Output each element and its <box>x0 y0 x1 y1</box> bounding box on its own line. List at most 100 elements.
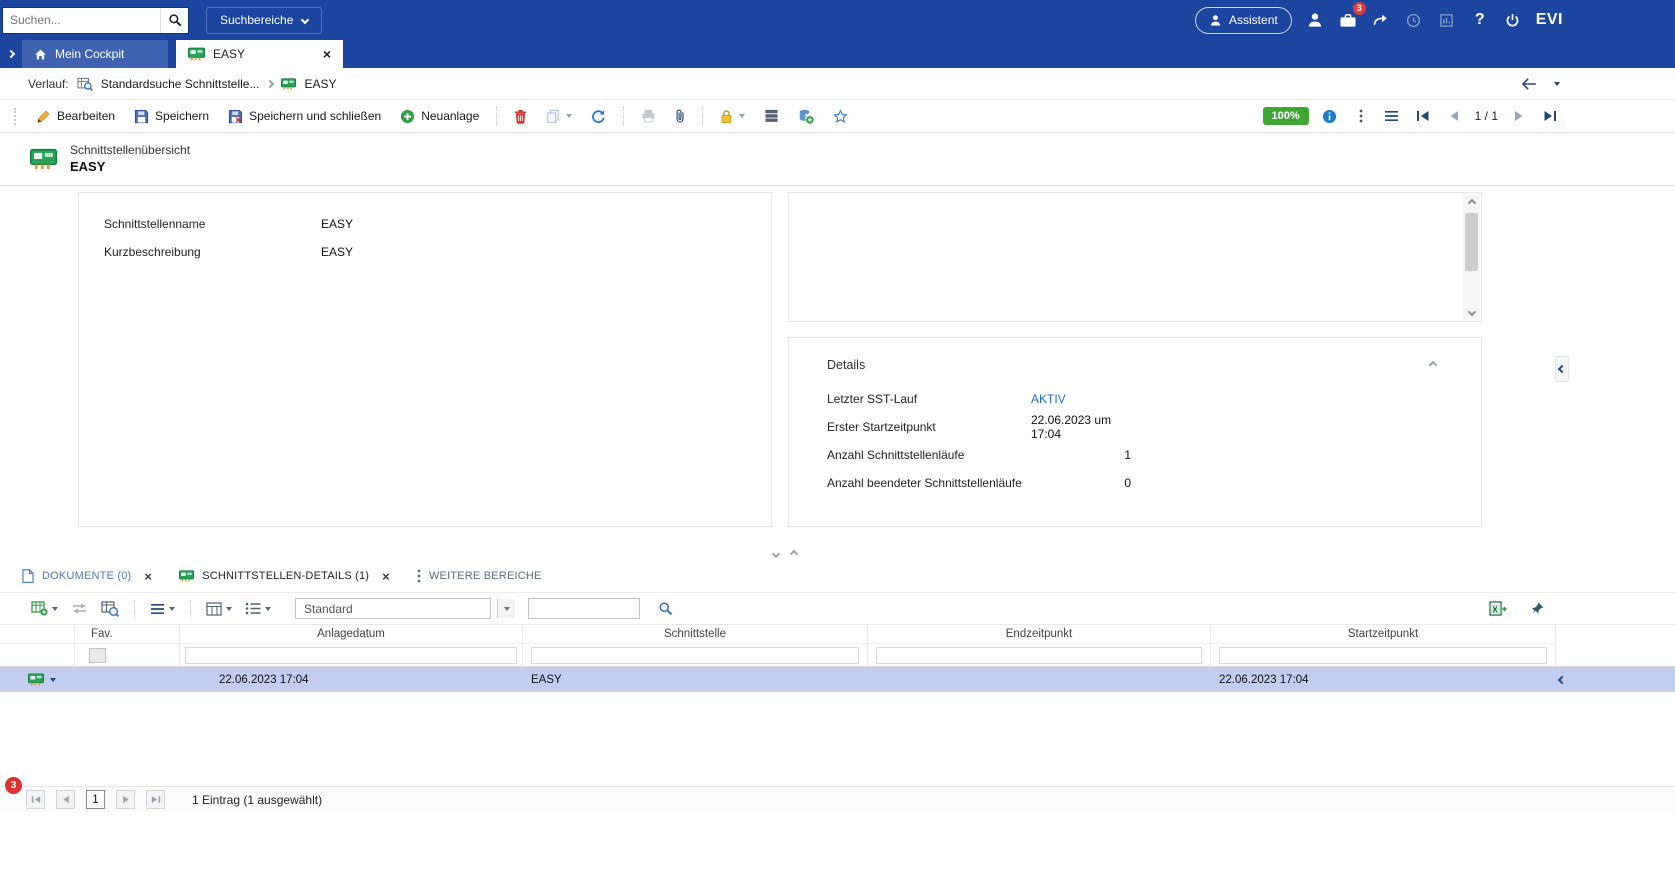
column-endzeitpunkt[interactable]: Endzeitpunkt <box>868 625 1211 666</box>
column-header[interactable]: Anlagedatum <box>180 625 522 644</box>
grid-new-button[interactable] <box>28 599 61 618</box>
inbox-button[interactable]: 3 <box>1338 2 1366 32</box>
info-button[interactable] <box>1320 104 1340 128</box>
next-record-button[interactable] <box>1509 104 1529 128</box>
tab-easy[interactable]: EASY × <box>176 40 343 68</box>
column-header[interactable]: Schnittstelle <box>523 625 867 644</box>
table-row-selected[interactable]: 22.06.2023 17:04 EASY 22.06.2023 17:04 <box>0 667 1675 692</box>
column-schnittstelle[interactable]: Schnittstelle <box>523 625 868 666</box>
last-page-button[interactable] <box>146 790 165 809</box>
scrollbar-track[interactable] <box>1465 211 1478 303</box>
favorite-button[interactable] <box>826 105 855 128</box>
history-dropdown-button[interactable] <box>1547 72 1567 96</box>
print-button[interactable] <box>634 105 663 127</box>
pin-grid-button[interactable] <box>1527 599 1548 618</box>
collapse-icon[interactable] <box>1428 360 1438 370</box>
records-button[interactable] <box>757 105 786 127</box>
close-icon[interactable]: × <box>323 47 331 61</box>
filter-anlagedatum-input[interactable] <box>185 646 517 664</box>
copy-button[interactable] <box>539 105 579 127</box>
filter-startzeitpunkt-input[interactable] <box>1219 646 1547 664</box>
reports-button[interactable] <box>1437 8 1457 32</box>
field-value[interactable]: EASY <box>321 245 353 259</box>
tab-schnittstellen-details[interactable]: SCHNITTSTELLEN-DETAILS (1) × <box>179 570 390 583</box>
row-actions-caret-icon[interactable] <box>50 677 56 682</box>
tab-mein-cockpit[interactable]: Mein Cockpit <box>22 40 168 68</box>
vertical-scrollbar[interactable] <box>1463 194 1480 320</box>
save-button[interactable]: Speichern <box>127 105 216 128</box>
column-header[interactable]: Fav. <box>75 625 179 644</box>
column-fav[interactable]: Fav. <box>75 625 180 666</box>
row-schnittstelle-cell[interactable]: EASY <box>523 667 868 692</box>
view-combobox-dropdown[interactable] <box>497 599 515 618</box>
add-to-dataset-button[interactable] <box>791 105 821 128</box>
row-fav-cell[interactable] <box>75 667 180 692</box>
global-search-input[interactable] <box>3 13 160 27</box>
row-anlagedatum-cell[interactable]: 22.06.2023 17:04 <box>180 667 523 692</box>
previous-record-button[interactable] <box>1444 104 1464 128</box>
user-button[interactable] <box>1305 8 1325 32</box>
tab-weitere-bereiche[interactable]: WEITERE BEREICHE <box>417 569 542 583</box>
notification-badge[interactable]: 3 <box>5 777 22 794</box>
previous-page-button[interactable] <box>56 790 75 809</box>
column-header[interactable]: Endzeitpunkt <box>868 625 1210 644</box>
scroll-up-icon[interactable] <box>1463 194 1480 211</box>
last-record-button[interactable] <box>1540 104 1560 128</box>
fav-filter-checkbox[interactable] <box>89 647 106 663</box>
interface-card-icon <box>30 148 57 170</box>
grid-view-button[interactable] <box>242 600 274 617</box>
column-header[interactable]: Startzeitpunkt <box>1211 625 1555 644</box>
next-page-button[interactable] <box>116 790 135 809</box>
delete-button[interactable] <box>507 105 534 128</box>
first-page-button[interactable] <box>26 790 45 809</box>
column-startzeitpunkt[interactable]: Startzeitpunkt <box>1211 625 1556 666</box>
back-button[interactable] <box>1519 72 1539 96</box>
splitter-expand-icon[interactable] <box>789 549 799 559</box>
filter-schnittstelle-input[interactable] <box>531 646 859 664</box>
power-button[interactable] <box>1503 8 1523 32</box>
grid-compare-button[interactable] <box>68 600 91 617</box>
save-and-close-button[interactable]: Speichern und schließen <box>221 105 388 128</box>
menu-button[interactable] <box>1382 104 1402 128</box>
filter-endzeitpunkt-input[interactable] <box>876 646 1202 664</box>
column-anlagedatum[interactable]: Anlagedatum <box>180 625 523 666</box>
splitter-collapse-icon[interactable] <box>771 549 781 559</box>
history-button[interactable] <box>1404 8 1424 32</box>
grid-columns-button[interactable] <box>203 600 235 618</box>
grid-lookup-button[interactable] <box>98 599 122 619</box>
more-options-button[interactable] <box>1351 104 1371 128</box>
search-areas-button[interactable]: Suchbereiche <box>206 6 323 34</box>
row-panel-toggle-icon[interactable] <box>1557 675 1567 684</box>
scrollbar-thumb[interactable] <box>1465 213 1478 271</box>
scroll-down-icon[interactable] <box>1463 303 1480 320</box>
row-endzeitpunkt-cell[interactable] <box>868 667 1211 692</box>
close-icon[interactable]: × <box>144 570 152 583</box>
close-icon[interactable]: × <box>382 570 390 583</box>
attachments-button[interactable] <box>668 104 692 128</box>
field-value[interactable]: EASY <box>321 217 353 231</box>
search-button[interactable] <box>160 7 188 33</box>
tab-dokumente[interactable]: DOKUMENTE (0) × <box>22 569 152 583</box>
expand-tabs-button[interactable] <box>0 40 22 68</box>
current-page-box[interactable]: 1 <box>86 790 105 809</box>
row-expander-cell[interactable] <box>0 667 75 692</box>
help-button[interactable]: ? <box>1470 8 1490 32</box>
grid-menu-button[interactable] <box>147 601 178 617</box>
side-panel-toggle[interactable] <box>1555 356 1569 382</box>
grid-quick-search-input[interactable] <box>528 598 640 619</box>
export-excel-button[interactable] <box>1486 599 1510 619</box>
create-new-button[interactable]: Neuanlage <box>393 105 486 128</box>
first-record-button[interactable] <box>1413 104 1433 128</box>
lock-button[interactable] <box>713 105 752 128</box>
refresh-button[interactable] <box>584 105 613 128</box>
undo-button[interactable] <box>1371 8 1391 32</box>
breadcrumb-item-easy[interactable]: EASY <box>304 77 336 91</box>
details-value-link[interactable]: AKTIV <box>1031 392 1131 406</box>
row-startzeitpunkt-cell[interactable]: 22.06.2023 17:04 <box>1211 667 1556 692</box>
assistant-button[interactable]: Assistent <box>1195 6 1292 34</box>
view-combobox[interactable]: Standard <box>295 598 491 619</box>
edit-button[interactable]: Bearbeiten <box>29 105 122 128</box>
grid-search-button[interactable] <box>655 599 676 618</box>
breadcrumb-item-search[interactable]: Standardsuche Schnittstelle... <box>101 77 260 91</box>
zoom-badge[interactable]: 100% <box>1262 107 1309 125</box>
